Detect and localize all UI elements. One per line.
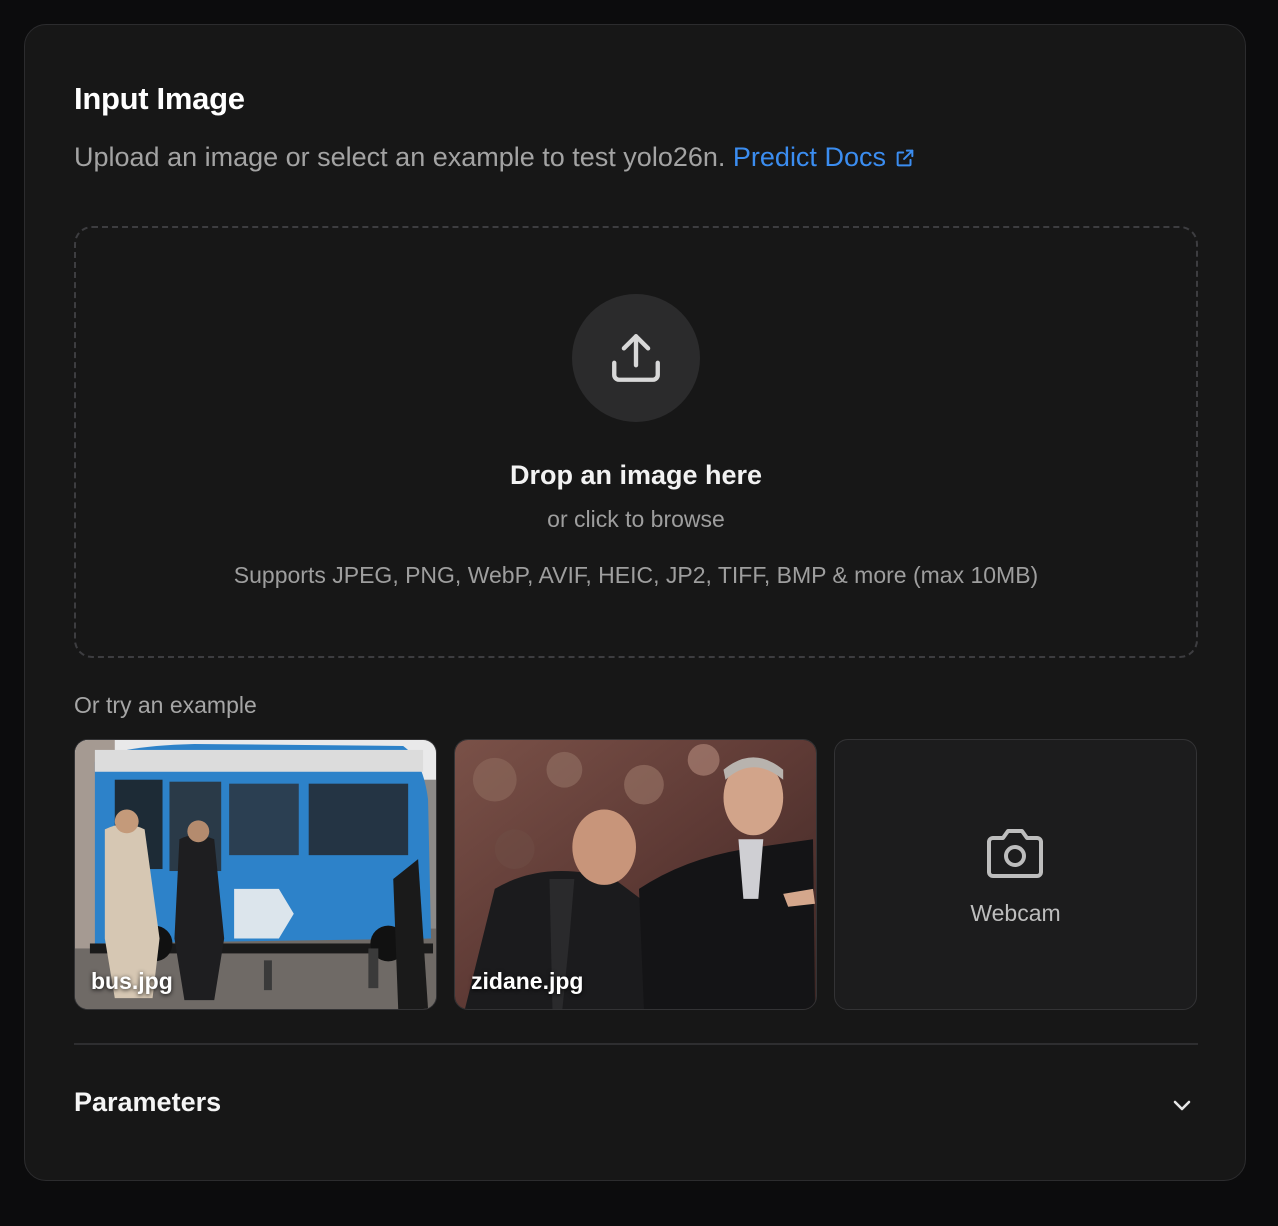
input-image-card: Input Image Upload an image or select an… <box>24 24 1246 1181</box>
external-link-icon <box>896 149 914 166</box>
upload-button-circle[interactable] <box>572 294 700 422</box>
examples-label: Or try an example <box>74 692 257 718</box>
parameters-toggle[interactable]: Parameters <box>74 1075 1198 1133</box>
webcam-tile[interactable]: Webcam <box>834 739 1197 1010</box>
dropzone-title: Drop an image here <box>509 460 763 490</box>
example-zidane-tile[interactable]: zidane.jpg <box>454 739 817 1010</box>
card-title: Input Image <box>74 81 245 116</box>
example-bus-tile[interactable]: bus.jpg <box>74 739 437 1010</box>
card-subtitle: Upload an image or select an example to … <box>74 142 916 173</box>
example-bus-label: bus.jpg <box>91 968 173 994</box>
predict-docs-link[interactable]: Predict Docs <box>733 142 916 173</box>
dropzone-formats: Supports JPEG, PNG, WebP, AVIF, HEIC, JP… <box>233 562 1039 588</box>
image-dropzone[interactable]: Drop an image here or click to browse Su… <box>74 226 1198 658</box>
camera-icon <box>987 829 1043 878</box>
chevron-down-icon <box>1173 1100 1191 1111</box>
section-divider <box>74 1043 1198 1045</box>
subtitle-text: Upload an image or select an example to … <box>74 142 726 172</box>
upload-icon <box>612 334 660 382</box>
webcam-label: Webcam <box>970 900 1061 926</box>
parameters-title: Parameters <box>74 1087 222 1117</box>
predict-docs-label: Predict Docs <box>732 142 886 172</box>
example-zidane-label: zidane.jpg <box>471 968 584 994</box>
dropzone-subtitle: or click to browse <box>547 506 725 532</box>
